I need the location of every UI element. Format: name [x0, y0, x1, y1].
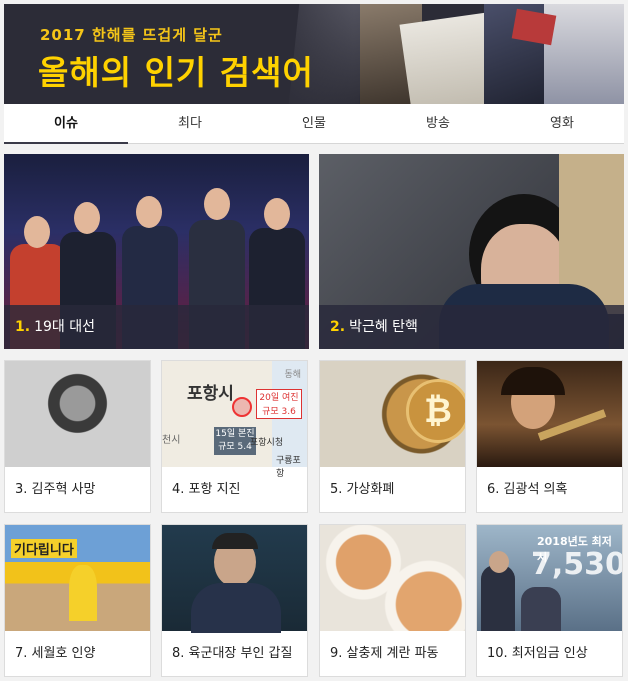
eggs-photo [320, 525, 465, 631]
tab-issue[interactable]: 이슈 [4, 104, 128, 144]
item-label: 9. 살충제 계란 파동 [330, 646, 439, 661]
featured-label: 박근혜 탄핵 [349, 319, 418, 335]
item-label: 4. 포항 지진 [172, 482, 241, 497]
sewol-photo: 기다립니다 [5, 525, 150, 631]
featured-caption: 2. 박근혜 탄핵 [319, 305, 624, 349]
tab-most[interactable]: 최다 [128, 104, 252, 143]
featured-label: 19대 대선 [34, 319, 95, 335]
featured-rank: 2. [330, 319, 346, 335]
aftershock-badge: 20일 여진 규모 3.6 [256, 389, 302, 419]
wage-value-text: 7,530 [531, 547, 623, 582]
map-label-west: 천시 [162, 435, 181, 446]
item-card-4[interactable]: 동해 포항시 20일 여진 규모 3.6 천시 15일 본진 규모 5.4 포항시청… [161, 360, 308, 513]
map-label-cityhall: 포항시청 [250, 438, 284, 448]
item-label: 7. 세월호 인양 [15, 646, 96, 661]
featured-card-impeachment[interactable]: 2. 박근혜 탄핵 [319, 154, 624, 349]
bitcoin-photo: ₿ [320, 361, 465, 467]
tab-movie[interactable]: 영화 [500, 104, 624, 143]
item-card-7[interactable]: 기다립니다 7. 세월호 인양 [4, 524, 151, 677]
item-label: 10. 최저임금 인상 [487, 646, 588, 661]
item-card-5[interactable]: ₿ 5. 가상화폐 [319, 360, 466, 513]
map-city-label: 포항시 [187, 384, 234, 404]
singer-photo [477, 361, 622, 467]
tab-people[interactable]: 인물 [252, 104, 376, 143]
category-tabs: 이슈 최다 인물 방송 영화 [4, 104, 624, 144]
banner-title: 올해의 인기 검색어 [38, 53, 314, 92]
item-card-9[interactable]: 9. 살충제 계란 파동 [319, 524, 466, 677]
item-card-3[interactable]: 3. 김주혁 사망 [4, 360, 151, 513]
item-card-10[interactable]: 2018년도 최저시 7,530 10. 최저임금 인상 [476, 524, 623, 677]
epicenter-icon [232, 397, 252, 417]
featured-rank: 1. [15, 319, 31, 335]
portrait-photo [5, 361, 150, 467]
item-card-8[interactable]: 8. 육군대장 부인 갑질 [161, 524, 308, 677]
featured-card-election[interactable]: 1. 19대 대선 [4, 154, 309, 349]
item-label: 6. 김광석 의혹 [487, 482, 568, 497]
bitcoin-icon: ₿ [406, 379, 465, 443]
item-label: 8. 육군대장 부인 갑질 [172, 646, 293, 661]
banner-text: 기다립니다 [11, 539, 77, 558]
item-label: 3. 김주혁 사망 [15, 482, 96, 497]
earthquake-map: 동해 포항시 20일 여진 규모 3.6 천시 15일 본진 규모 5.4 포항시청… [162, 361, 307, 479]
item-card-6[interactable]: 6. 김광석 의혹 [476, 360, 623, 513]
header-banner: 2017 한해를 뜨겁게 달군 올해의 인기 검색어 [4, 4, 624, 104]
yellow-ribbon-icon [69, 565, 97, 621]
map-label-east-sea: 동해 [284, 370, 301, 380]
item-label: 5. 가상화폐 [330, 482, 395, 497]
tab-broadcast[interactable]: 방송 [376, 104, 500, 143]
featured-caption: 1. 19대 대선 [4, 305, 309, 349]
banner-subtitle: 2017 한해를 뜨겁게 달군 [40, 26, 223, 44]
general-photo [162, 525, 307, 633]
minimum-wage-photo: 2018년도 최저시 7,530 [477, 525, 622, 631]
